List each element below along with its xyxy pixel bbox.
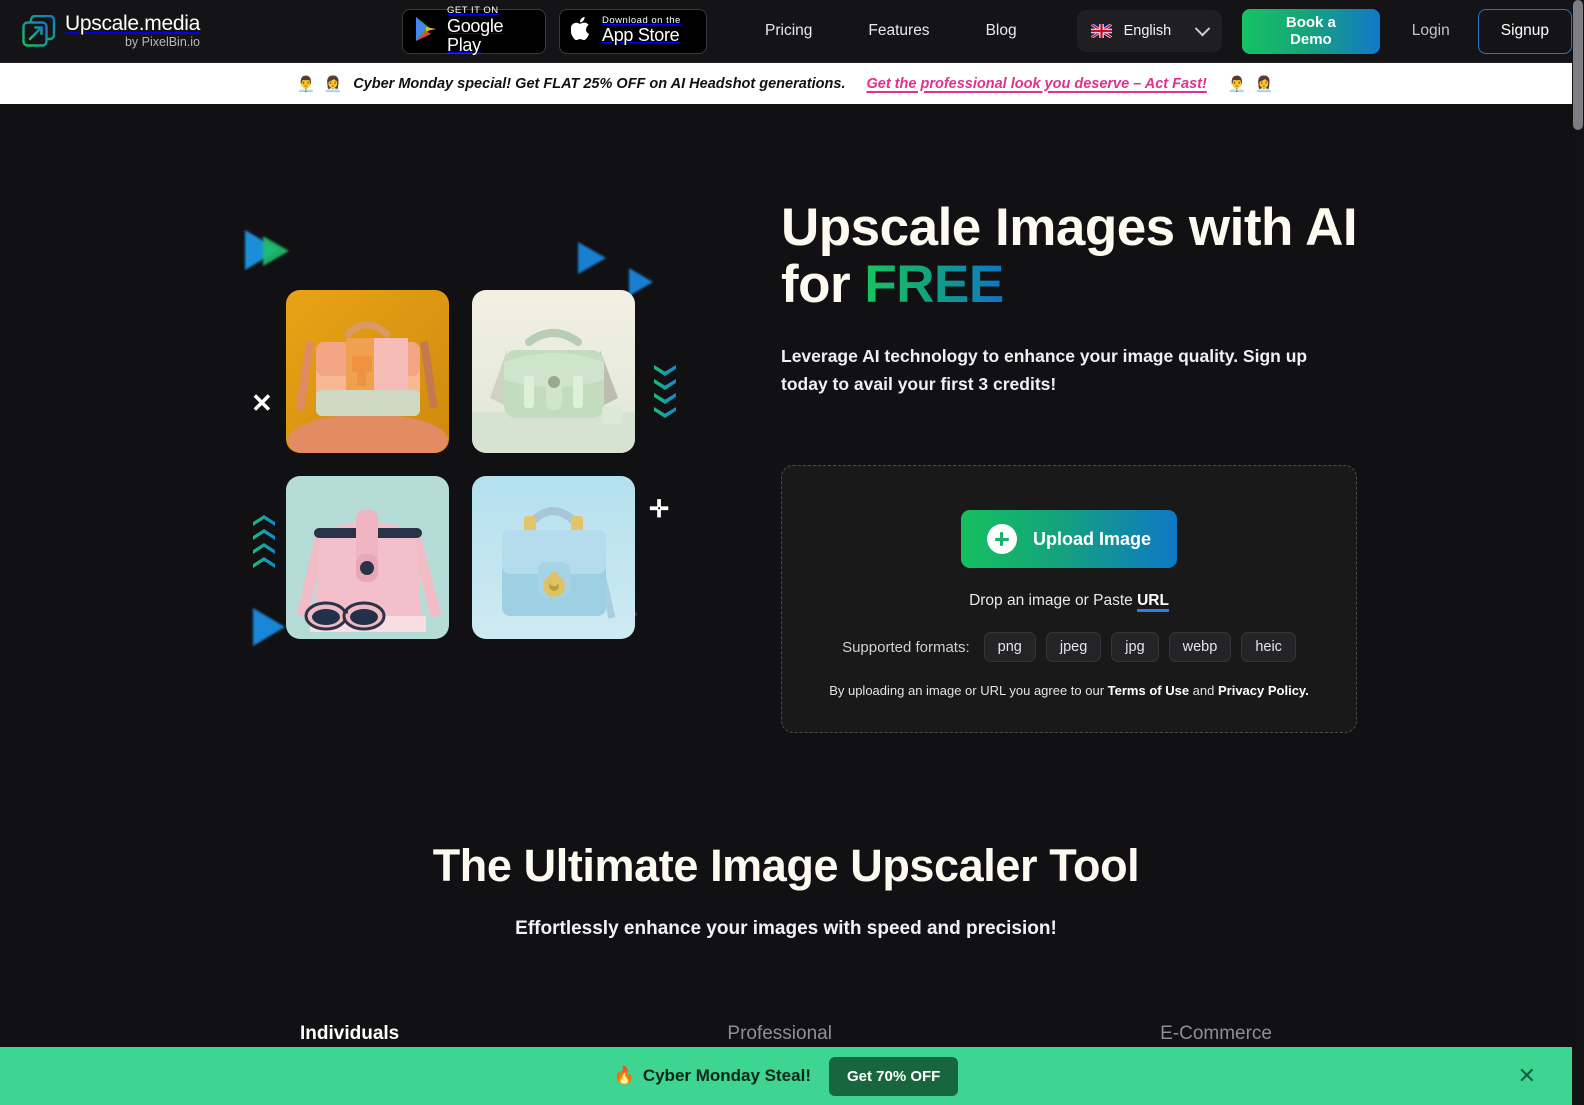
plus-icon xyxy=(986,524,1017,554)
signup-button[interactable]: Signup xyxy=(1477,8,1572,54)
terms-of-use-link[interactable]: Terms of Use xyxy=(1108,683,1189,698)
hero-title-line1: Upscale Images with AI xyxy=(781,198,1358,257)
google-play-icon xyxy=(414,16,438,47)
format-chip-jpg: jpg xyxy=(1111,632,1159,662)
upload-dropzone[interactable]: Upload Image Drop an image or Paste URL … xyxy=(781,465,1357,733)
logo-subtitle: by PixelBin.io xyxy=(124,34,200,49)
handbag-blue-tile xyxy=(472,476,635,639)
triangle-decor-bottom-left xyxy=(253,608,285,646)
tab-individuals[interactable]: Individuals xyxy=(300,1023,399,1045)
triangle-decor-top-right-2 xyxy=(629,268,653,296)
page-root: Upscale.media by PixelBin.io GET IT ON G… xyxy=(0,0,1584,1105)
section-subheading: Effortlessly enhance your images with sp… xyxy=(515,918,1057,939)
site-header: Upscale.media by PixelBin.io GET IT ON G… xyxy=(0,0,1572,63)
nav-item-pricing[interactable]: Pricing xyxy=(737,22,840,40)
handbag-pink-tile xyxy=(286,476,449,639)
language-selector[interactable]: English xyxy=(1076,10,1222,52)
google-play-badge[interactable]: GET IT ON Google Play xyxy=(402,6,546,56)
supported-formats: Supported formats: png jpeg jpg webp hei… xyxy=(842,632,1296,662)
language-label: English xyxy=(1123,23,1172,39)
hero-title-line2-prefix: for xyxy=(781,254,865,314)
promo-text: Cyber Monday special! Get FLAT 25% OFF o… xyxy=(353,75,846,92)
drop-hint: Drop an image or Paste URL xyxy=(969,592,1169,610)
triangle-decor-top-left-green xyxy=(263,236,289,266)
sticky-promo-text: 🔥 Cyber Monday Steal! xyxy=(614,1066,811,1086)
book-demo-button[interactable]: Book a Demo xyxy=(1242,8,1380,54)
handbag-orange-tile xyxy=(286,290,449,453)
legal-text: By uploading an image or URL you agree t… xyxy=(829,683,1309,698)
logo-title: Upscale.media xyxy=(65,11,200,35)
hero-subtitle: Leverage AI technology to enhance your i… xyxy=(781,346,1308,394)
chevron-decor-right xyxy=(654,365,676,418)
sticky-promo-bar: 🔥 Cyber Monday Steal! Get 70% OFF ✕ xyxy=(0,1047,1572,1105)
sticky-promo-label: Cyber Monday Steal! xyxy=(642,1066,811,1085)
hero-section: ✕ ✛ Upscale Images with AI for FREE Leve… xyxy=(0,104,1572,809)
close-icon[interactable]: ✕ xyxy=(1518,1065,1536,1087)
nav-item-blog[interactable]: Blog xyxy=(958,22,1045,40)
promo-cta-link[interactable]: Get the professional look you deserve – … xyxy=(866,76,1206,92)
uk-flag-icon xyxy=(1090,24,1112,38)
paste-url-link[interactable]: URL xyxy=(1137,592,1169,609)
main-nav: Pricing Features Blog xyxy=(737,22,1045,40)
format-chip-webp: webp xyxy=(1168,632,1232,662)
promo-emoji-left: 👨‍💼 👩‍💼 xyxy=(296,75,345,93)
page-scrollbar[interactable] xyxy=(1572,0,1584,1105)
format-chip-heic: heic xyxy=(1241,632,1296,662)
legal-mid: and xyxy=(1189,683,1218,698)
formats-label: Supported formats: xyxy=(842,638,970,656)
google-play-big-text: Google Play xyxy=(447,15,504,56)
audience-tabs: Individuals Professional E-Commerce xyxy=(0,1023,1572,1045)
chevron-down-icon xyxy=(1194,20,1211,36)
apple-icon xyxy=(570,16,593,47)
drop-hint-text: Drop an image or Paste xyxy=(969,592,1138,609)
format-chip-png: png xyxy=(983,632,1036,662)
app-store-big-text: App Store xyxy=(602,25,680,46)
login-link[interactable]: Login xyxy=(1402,22,1460,40)
scrollbar-thumb[interactable] xyxy=(1573,0,1583,130)
hero-title: Upscale Images with AI for FREE xyxy=(781,198,1381,314)
upload-image-label: Upload Image xyxy=(1032,528,1152,549)
handbag-mint-tile xyxy=(472,290,635,453)
upscale-logo-icon xyxy=(22,14,56,47)
chevron-decor-left xyxy=(253,515,275,568)
nav-item-features[interactable]: Features xyxy=(840,22,957,40)
ultimate-tool-section: The Ultimate Image Upscaler Tool Effortl… xyxy=(0,809,1572,1045)
sparkle-right-icon: ✛ xyxy=(649,496,670,523)
fire-icon: 🔥 xyxy=(613,1066,635,1085)
sparkle-left-icon: ✕ xyxy=(251,388,273,418)
legal-prefix: By uploading an image or URL you agree t… xyxy=(829,683,1108,698)
tab-professional[interactable]: Professional xyxy=(727,1023,832,1045)
hero-collage: ✕ ✛ xyxy=(243,230,676,650)
privacy-policy-link[interactable]: Privacy Policy. xyxy=(1218,683,1309,698)
hero-text-block: Upscale Images with AI for FREE Leverage… xyxy=(781,198,1381,398)
get-offer-button[interactable]: Get 70% OFF xyxy=(828,1056,959,1096)
upload-image-button[interactable]: Upload Image xyxy=(960,510,1178,568)
section-heading: The Ultimate Image Upscaler Tool xyxy=(432,840,1140,891)
format-chip-jpeg: jpeg xyxy=(1045,632,1102,662)
promo-banner: 👨‍💼 👩‍💼 Cyber Monday special! Get FLAT 2… xyxy=(0,63,1572,104)
promo-emoji-right: 👨‍💼 👩‍💼 xyxy=(1227,75,1276,93)
store-badges: GET IT ON Google Play Download on the Ap… xyxy=(402,6,707,56)
logo-link[interactable]: Upscale.media by PixelBin.io xyxy=(22,11,200,49)
hero-title-highlight: FREE xyxy=(864,254,1004,314)
triangle-decor-top-right xyxy=(578,242,606,274)
app-store-badge[interactable]: Download on the App Store xyxy=(559,8,707,54)
tab-ecommerce[interactable]: E-Commerce xyxy=(1160,1023,1272,1045)
